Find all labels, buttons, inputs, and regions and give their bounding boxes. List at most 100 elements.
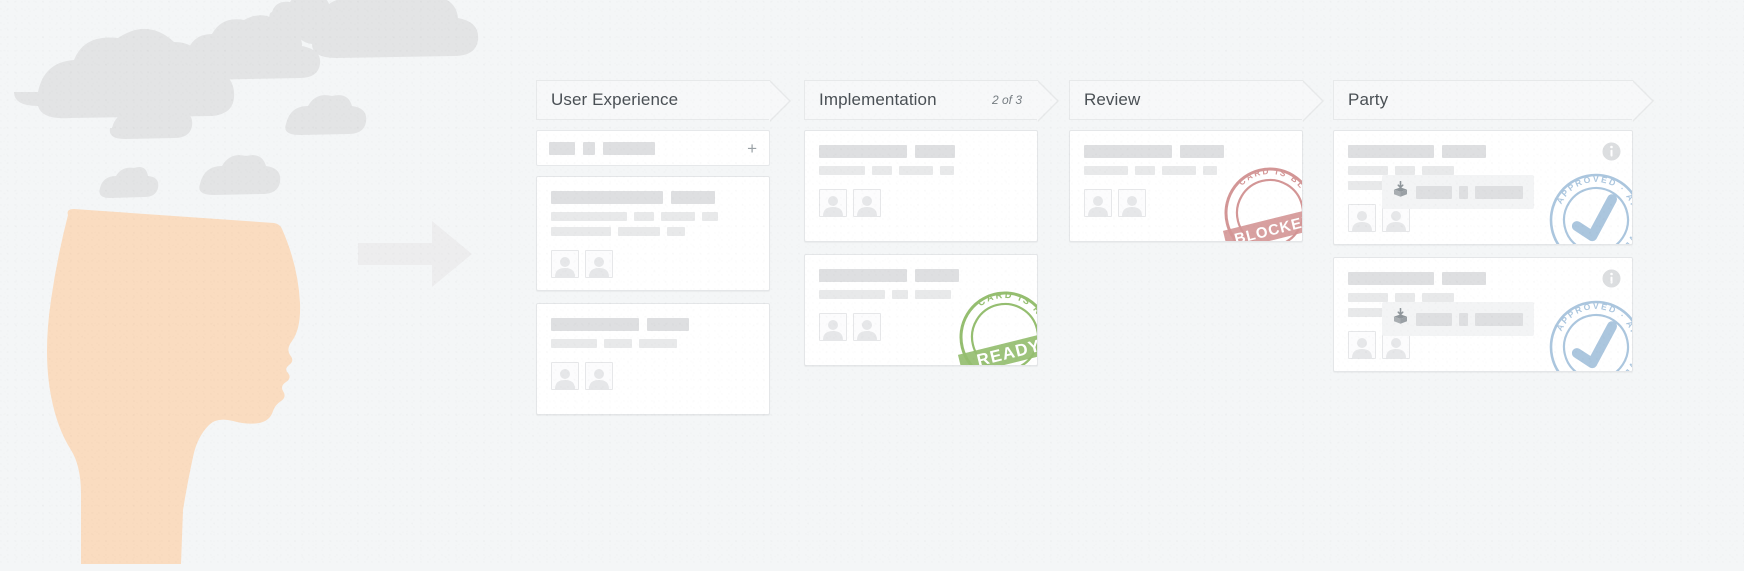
placeholder-bar <box>618 227 660 236</box>
card-avatars <box>551 250 755 278</box>
placeholder-bar <box>915 269 959 282</box>
card-avatars <box>551 362 755 390</box>
placeholder-bar <box>603 141 655 155</box>
placeholder-bar <box>661 212 695 221</box>
package-deliver-icon <box>1392 307 1409 330</box>
placeholder-bar <box>551 318 639 331</box>
package-deliver-icon <box>1392 180 1409 203</box>
placeholder-bar <box>940 166 954 175</box>
person-avatar-icon[interactable] <box>585 362 613 390</box>
person-avatar-icon[interactable] <box>551 250 579 278</box>
column-body: CARD IS READY READY <box>804 130 1038 366</box>
placeholder-bar <box>1395 166 1415 175</box>
card-meta-row <box>819 166 1023 175</box>
card-meta-row <box>819 290 1023 299</box>
card-meta-row <box>1348 293 1618 302</box>
placeholder-bar <box>892 290 908 299</box>
placeholder-bar <box>702 212 718 221</box>
placeholder-bar <box>634 212 654 221</box>
card-meta-row <box>1084 166 1288 175</box>
placeholder-bar <box>872 166 892 175</box>
placeholder-bar <box>1203 166 1217 175</box>
card-avatars <box>1084 189 1288 217</box>
card-meta-row <box>551 339 755 348</box>
placeholder-bar <box>1475 185 1523 199</box>
board-card[interactable] <box>536 176 770 291</box>
placeholder-bar <box>551 227 611 236</box>
placeholder-bar <box>551 339 597 348</box>
placeholder-bar <box>1084 145 1172 158</box>
card-avatars <box>819 189 1023 217</box>
column-body: APPROVED · APPROVED APPROVED · APPROVED <box>1333 130 1633 372</box>
placeholder-bar <box>1395 293 1415 302</box>
placeholder-bar <box>1442 145 1486 158</box>
board-card[interactable]: APPROVED · APPROVED <box>1333 130 1633 245</box>
card-meta-row <box>1348 166 1618 175</box>
board-card[interactable] <box>536 303 770 415</box>
column-body: CARD IS BLOCKED BLOCKED <box>1069 130 1303 242</box>
board-column-party: Party APPROVED · APPROVED APPROVED · APP… <box>1333 80 1654 384</box>
person-avatar-icon[interactable] <box>1348 331 1376 359</box>
column-header-implementation[interactable]: Implementation 2 of 3 <box>804 80 1059 122</box>
card-avatars <box>819 313 1023 341</box>
placeholder-bar <box>1475 312 1523 326</box>
board-card[interactable]: CARD IS BLOCKED BLOCKED <box>1069 130 1303 242</box>
placeholder-bar <box>604 339 632 348</box>
placeholder-bar <box>915 145 955 158</box>
plus-icon[interactable]: + <box>747 140 757 157</box>
placeholder-bar <box>1135 166 1155 175</box>
thought-clouds <box>14 0 479 198</box>
person-avatar-icon[interactable] <box>1348 204 1376 232</box>
info-circle-icon[interactable] <box>1602 269 1621 288</box>
placeholder-bar <box>915 290 951 299</box>
board-column-user-experience: User Experience + <box>536 80 791 427</box>
placeholder-bar <box>1416 312 1452 326</box>
person-avatar-icon[interactable] <box>585 250 613 278</box>
placeholder-bar <box>1348 272 1434 285</box>
card-title-row <box>551 318 755 331</box>
board-card[interactable] <box>804 130 1038 242</box>
column-header-party[interactable]: Party <box>1333 80 1654 122</box>
placeholder-bar <box>639 339 677 348</box>
placeholder-bar <box>1422 166 1454 175</box>
person-avatar-icon[interactable] <box>819 313 847 341</box>
placeholder-bar <box>819 145 907 158</box>
board-card[interactable]: APPROVED · APPROVED <box>1333 257 1633 372</box>
placeholder-bar <box>1422 293 1454 302</box>
person-avatar-icon[interactable] <box>551 362 579 390</box>
flow-arrow <box>358 221 472 287</box>
card-meta-row <box>551 227 755 236</box>
placeholder-bar <box>899 166 933 175</box>
column-body: + <box>536 130 770 415</box>
person-avatar-icon[interactable] <box>819 189 847 217</box>
person-avatar-icon[interactable] <box>1118 189 1146 217</box>
card-title-row <box>819 269 1023 282</box>
column-title: Party <box>1348 90 1389 109</box>
column-header-review[interactable]: Review <box>1069 80 1324 122</box>
column-title: Implementation <box>819 90 937 109</box>
placeholder-bar <box>1459 185 1468 199</box>
placeholder-bar <box>1442 272 1486 285</box>
card-title-row <box>1348 145 1618 158</box>
placeholder-bar <box>551 191 663 204</box>
placeholder-bar <box>583 141 595 155</box>
placeholder-bar <box>1348 166 1388 175</box>
column-count: 2 of 3 <box>991 93 1022 107</box>
info-circle-icon[interactable] <box>1602 142 1621 161</box>
person-avatar-icon[interactable] <box>853 313 881 341</box>
person-avatar-icon[interactable] <box>1084 189 1112 217</box>
placeholder-bar <box>1348 145 1434 158</box>
placeholder-bar <box>819 269 907 282</box>
placeholder-bar <box>1084 166 1128 175</box>
card-deliver-tooltip[interactable] <box>1382 302 1534 336</box>
column-header-user-experience[interactable]: User Experience <box>536 80 791 122</box>
board-card[interactable]: CARD IS READY READY <box>804 254 1038 366</box>
card-deliver-tooltip[interactable] <box>1382 175 1534 209</box>
kanban-board: User Experience + Implementation 2 of 3 … <box>536 80 1744 550</box>
placeholder-bar <box>1348 293 1388 302</box>
placeholder-bar <box>549 141 575 155</box>
person-avatar-icon[interactable] <box>853 189 881 217</box>
quick-add-card-row[interactable]: + <box>536 130 770 166</box>
open-head-profile <box>47 209 301 564</box>
column-title: Review <box>1084 90 1141 109</box>
